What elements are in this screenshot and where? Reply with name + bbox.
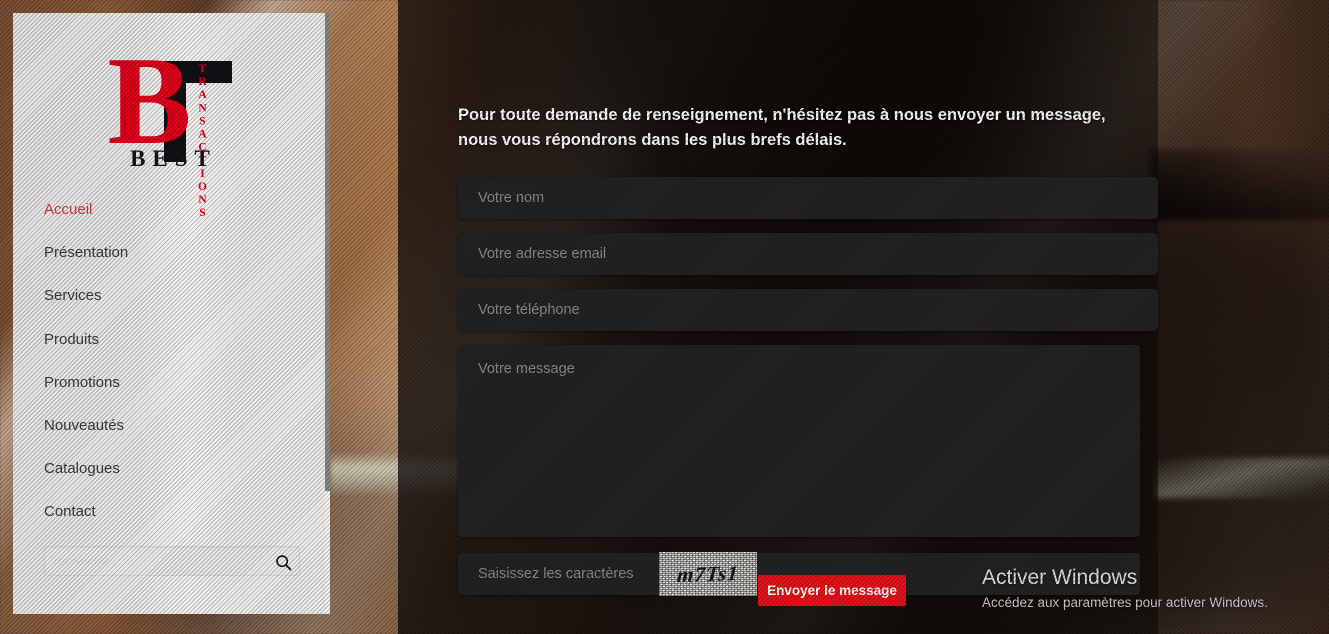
message-textarea[interactable] [458,345,1140,537]
page-intro-text: Pour toute demande de renseignement, n'h… [458,106,1106,149]
captcha-challenge-text: m7Ts1 [676,560,740,587]
email-input[interactable] [458,233,1158,275]
watermark-subtitle: Accédez aux paramètres pour activer Wind… [982,595,1268,610]
phone-input[interactable] [458,289,1158,331]
contact-form-area: Pour toute demande de renseignement, n'h… [0,0,1329,634]
captcha-image[interactable]: m7Ts1 [659,552,757,596]
send-message-button[interactable]: Envoyer le message [758,575,906,606]
page-root: B TRANSACTIONS BEST Accueil Présentation… [0,0,1329,634]
name-input[interactable] [458,177,1158,219]
